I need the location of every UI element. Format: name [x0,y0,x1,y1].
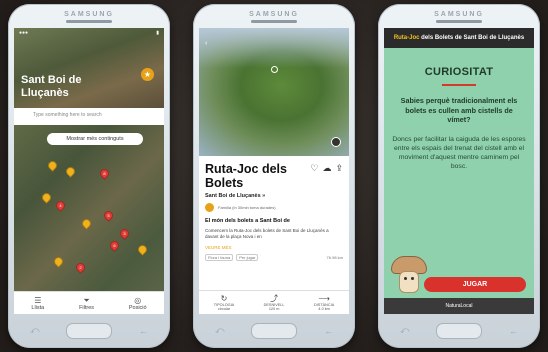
map-pin-mushroom[interactable] [80,217,93,230]
phone-mockup-curiosity: SAMSUNG Ruta-Joc dels Bolets de Sant Boi… [378,4,540,348]
download-icon[interactable]: ☁ [322,163,331,174]
route-stats: ↻ TIPOLOGIA circular ⤴ DESNIVELL 120 m ⟶ DIST… [199,290,349,314]
section-heading: El món dels bolets a Sant Boi de [205,218,290,224]
favorite-button[interactable]: ★ [141,68,154,81]
heart-icon[interactable]: ♡ [310,163,318,174]
map-pin-numbered[interactable]: 6 [108,239,121,252]
map-pin-numbered[interactable]: 4 [54,199,67,212]
map-view[interactable]: 8 4 5 3 6 2 [14,125,164,291]
read-more-link[interactable]: VEURE MÉS [205,245,343,250]
map-pin-numbered[interactable]: 5 [102,209,115,222]
author-row: Família (in 30min toma durades) [205,203,343,212]
phone-mockup-route: SAMSUNG ‹ Ruta-Joc dels Bolets ♡ ☁ ⇪ San… [193,4,355,348]
recent-apps-key[interactable]: ⤺ [400,325,410,336]
tag-row: Flora i fauna Per jugar 76.98 km [205,254,343,261]
map-pin-numbered[interactable]: 3 [118,227,131,240]
speaker [66,20,112,23]
distance-label: 76.98 km [326,255,343,260]
tab-list[interactable]: ☰ Llista [31,296,44,311]
show-more-button[interactable]: Mostrar més continguts [47,133,143,145]
distance-icon: ⟶ [318,293,330,303]
stat-elevation: ⤴ DESNIVELL 120 m [263,293,285,312]
list-icon: ☰ [34,295,42,305]
bottom-tab-bar: ☰ Llista ⏷ Filtres ◎ Posició [14,291,164,314]
back-key[interactable]: ← [324,326,333,336]
map-pin-mushroom[interactable] [40,191,53,204]
divider [442,84,476,86]
back-key[interactable]: ← [509,326,518,336]
home-button[interactable] [66,323,112,339]
mushroom-mascot-icon [389,256,429,294]
back-arrow-icon[interactable]: ‹ [205,40,207,47]
phone-mockup-map: SAMSUNG ●●● ▮ Sant Boi de Lluçanès ★ Type… [8,4,170,348]
screen-route-detail: ‹ Ruta-Joc dels Bolets ♡ ☁ ⇪ Sant Boi de… [199,28,349,314]
answer-text: Doncs per facilitar la caiguda de les es… [392,135,526,170]
play-button[interactable]: JUGAR [424,277,526,292]
tab-filters[interactable]: ⏷ Filtres [79,296,94,311]
map-pin-numbered[interactable]: 2 [74,261,87,274]
tag[interactable]: Flora i fauna [205,254,234,261]
game-header: Ruta-Joc dels Bolets de Sant Boi de Lluç… [384,28,534,48]
route-photo: ‹ [199,28,349,156]
question-text: Sabies perquè tradicionalment els bolets… [400,96,518,124]
home-button[interactable] [251,323,297,339]
footer-logo: NaturaLocal [384,298,534,314]
loop-icon: ↻ [220,293,228,303]
page-title: Sant Boi de Lluçanès [21,74,82,99]
map-pin-mushroom[interactable] [46,159,59,172]
map-pin-numbered[interactable]: 8 [98,167,111,180]
section-title: CURIOSITAT [424,66,494,78]
share-icon[interactable]: ⇪ [335,163,343,174]
tab-position[interactable]: ◎ Posició [129,296,147,311]
home-button[interactable] [436,323,482,339]
stat-type: ↻ TIPOLOGIA circular [213,293,235,312]
brand-label: SAMSUNG [249,11,299,18]
route-description: Comencem la Ruta-Joc dels bolets de Sant… [205,228,329,239]
stat-distance: ⟶ DISTÀNCIA 4.0 km [314,293,335,312]
route-title: Ruta-Joc dels Bolets [205,162,287,190]
view-360-icon[interactable] [271,66,278,73]
map-pin-mushroom[interactable] [52,255,65,268]
avatar [205,203,214,212]
brand-label: SAMSUNG [64,11,114,18]
photo-gallery-icon[interactable] [331,137,341,147]
location-icon: ◎ [134,295,142,305]
route-info: Ruta-Joc dels Bolets ♡ ☁ ⇪ Sant Boi de L… [199,156,349,261]
recent-apps-key[interactable]: ⤺ [30,325,40,336]
search-input[interactable]: Type something here to search [19,110,159,121]
map-pin-mushroom[interactable] [136,243,149,256]
screen-map: ●●● ▮ Sant Boi de Lluçanès ★ Type somethi… [14,28,164,314]
action-icons: ♡ ☁ ⇪ [310,163,343,174]
screen-curiosity: Ruta-Joc dels Bolets de Sant Boi de Lluç… [384,28,534,314]
brand-label: SAMSUNG [434,11,484,18]
elevation-icon: ⤴ [270,293,279,303]
map-pin-mushroom[interactable] [64,165,77,178]
filter-icon: ⏷ [83,295,90,305]
recent-apps-key[interactable]: ⤺ [215,325,225,336]
speaker [251,20,297,23]
status-bar: ●●● ▮ [19,30,159,36]
location-link[interactable]: Sant Boi de Lluçanès » [205,193,343,199]
speaker [436,20,482,23]
tag[interactable]: Per jugar [236,254,259,261]
back-key[interactable]: ← [139,326,148,336]
